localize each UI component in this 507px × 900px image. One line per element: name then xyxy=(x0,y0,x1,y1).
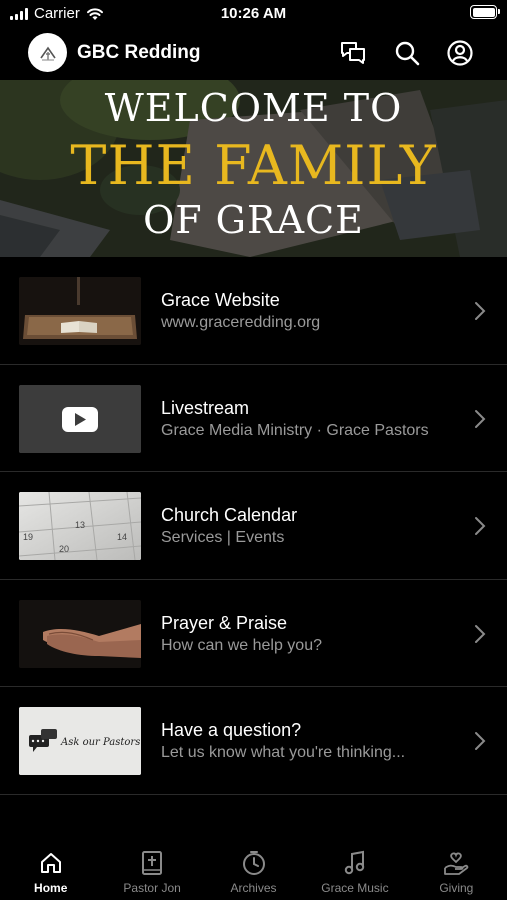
menu-item-prayer-praise[interactable]: Prayer & Praise How can we help you? xyxy=(0,580,507,687)
calendar-day-13: 13 xyxy=(75,520,85,530)
ask-pastors-text: Ask our Pastors... xyxy=(60,737,141,748)
bible-stand-thumbnail xyxy=(19,277,141,345)
status-bar: Carrier 10:26 AM xyxy=(0,0,507,28)
row-title: Livestream xyxy=(161,397,250,418)
tab-label: Grace Music xyxy=(321,881,389,895)
row-subtitle: How can we help you? xyxy=(161,636,322,654)
logo-icon xyxy=(39,46,56,61)
welcome-banner: WELCOME TO THE FAMILY OF GRACE xyxy=(0,80,507,257)
home-icon xyxy=(38,849,64,877)
tab-label: Archives xyxy=(230,881,277,895)
tab-bar: Home Pastor Jon Archives Grace Music Giv… xyxy=(0,840,507,900)
chevron-right-icon xyxy=(475,732,486,750)
profile-icon[interactable] xyxy=(446,39,474,67)
row-subtitle: www.graceredding.org xyxy=(161,314,321,331)
tab-archives[interactable]: Archives xyxy=(203,840,304,900)
row-title: Have a question? xyxy=(161,720,302,740)
tab-label: Pastor Jon xyxy=(123,881,181,895)
row-subtitle: Services | Events xyxy=(161,529,285,546)
banner-grace-text: OF GRACE xyxy=(143,198,364,242)
menu-list: Grace Website www.graceredding.org Lives… xyxy=(0,257,507,795)
chevron-right-icon xyxy=(475,302,486,320)
chevron-right-icon xyxy=(475,409,486,428)
tab-home[interactable]: Home xyxy=(0,840,101,900)
row-title: Grace Website xyxy=(161,290,280,310)
tab-giving[interactable]: Giving xyxy=(406,840,507,900)
tab-label: Giving xyxy=(439,881,474,895)
bible-icon xyxy=(139,849,165,877)
clock-icon xyxy=(241,849,267,877)
ask-pastors-thumbnail: Ask our Pastors... xyxy=(19,707,141,775)
church-logo-avatar[interactable] xyxy=(28,33,67,72)
search-icon[interactable] xyxy=(393,39,421,67)
row-subtitle: Let us know what you're thinking... xyxy=(161,744,406,761)
menu-item-grace-website[interactable]: Grace Website www.graceredding.org xyxy=(0,257,507,365)
music-icon xyxy=(342,849,368,877)
chevron-right-icon xyxy=(475,624,486,643)
youtube-icon xyxy=(19,384,141,453)
giving-icon xyxy=(443,849,469,877)
tab-label: Home xyxy=(34,881,68,895)
status-time: 10:26 AM xyxy=(220,5,287,22)
menu-item-have-question[interactable]: Ask our Pastors... Have a question? Let … xyxy=(0,687,507,795)
banner-welcome-text: WELCOME TO xyxy=(104,86,403,130)
youtube-thumbnail xyxy=(19,384,141,453)
calendar-day-20: 20 xyxy=(59,544,69,554)
menu-item-church-calendar[interactable]: 13 14 19 20 Church Calendar Services | E… xyxy=(0,472,507,580)
praying-hands-thumbnail xyxy=(19,599,141,668)
tab-grace-music[interactable]: Grace Music xyxy=(304,840,405,900)
row-subtitle: Grace Media Ministry · Grace Pastors xyxy=(161,421,429,439)
calendar-day-14: 14 xyxy=(117,532,127,542)
row-title: Church Calendar xyxy=(161,505,298,525)
tab-pastor-jon[interactable]: Pastor Jon xyxy=(101,840,202,900)
row-title: Prayer & Praise xyxy=(161,612,288,633)
chat-icon[interactable] xyxy=(339,39,367,67)
chevron-right-icon xyxy=(475,517,486,535)
menu-item-livestream[interactable]: Livestream Grace Media Ministry · Grace … xyxy=(0,365,507,472)
app-header: GBC Redding xyxy=(0,28,507,78)
calendar-thumbnail: 13 14 19 20 xyxy=(19,492,141,560)
battery-icon xyxy=(470,5,500,19)
app-title: GBC Redding xyxy=(77,42,201,63)
calendar-day-19: 19 xyxy=(23,532,33,542)
banner-family-text: THE FAMILY xyxy=(70,134,437,197)
